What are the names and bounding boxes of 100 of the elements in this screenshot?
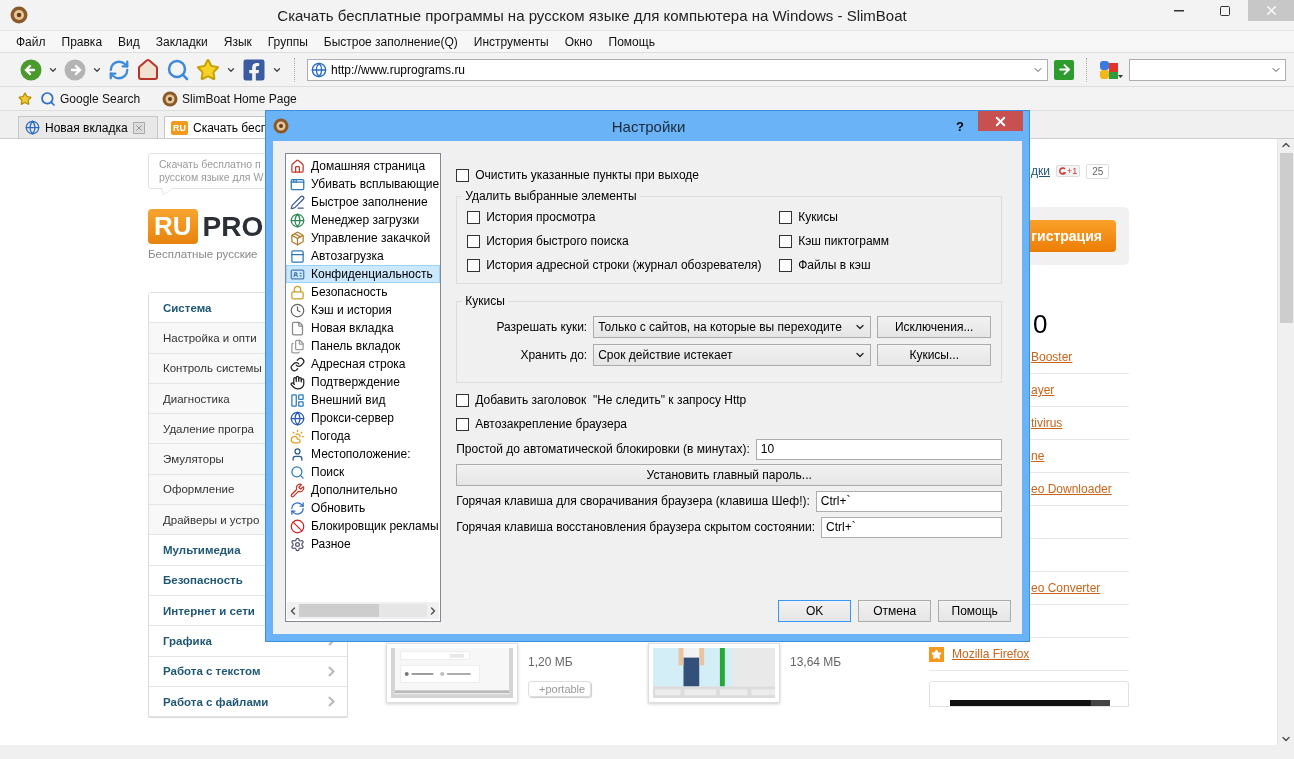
dialog-button[interactable]: Исключения... [877, 316, 992, 338]
star-icon [929, 646, 944, 662]
panel-icon [290, 248, 305, 264]
field-label: Горячая клавиша восстановления браузера скрытом состоянии: [456, 520, 815, 534]
search-icon[interactable] [166, 57, 190, 82]
menu-item[interactable]: Правка [53, 34, 111, 49]
close-button[interactable] [978, 111, 1023, 131]
dialog-button[interactable]: Помощь [938, 600, 1012, 622]
social-logo-icon[interactable] [242, 57, 266, 82]
bookmark-link[interactable]: SlimBoat Home Page [162, 90, 297, 107]
bubble-text: русском языке для W [159, 171, 264, 184]
checkbox-label: Файлы в кэш [798, 258, 871, 272]
lock-icon [290, 284, 305, 300]
bookmark-link[interactable]: Google Search [40, 90, 141, 107]
group-title: Удалить выбранные элементы [464, 189, 638, 203]
page-link[interactable]: дки [1031, 164, 1050, 178]
program-link[interactable]: ne [1031, 449, 1045, 463]
checkbox-label: Кукисы [798, 210, 838, 224]
go-button[interactable] [1054, 59, 1074, 80]
page-icon [290, 320, 305, 336]
bubble-text: Скачать бесплатно п [159, 158, 261, 171]
wrench-icon [290, 482, 305, 498]
program-link[interactable]: ayer [1031, 383, 1055, 397]
site-logo-icon: RU [171, 120, 188, 135]
settings-list-item[interactable]: Домашняя страница [286, 157, 441, 175]
menu-item[interactable]: Вид [110, 34, 148, 49]
checkbox[interactable] [779, 258, 793, 272]
card-icon [290, 266, 305, 282]
tagline: Бесплатные русские [148, 248, 258, 260]
search-field[interactable] [1129, 58, 1286, 81]
link-icon [290, 356, 305, 372]
star-icon[interactable] [18, 91, 32, 106]
checkbox[interactable] [779, 234, 793, 248]
settings-list-item[interactable]: Быстрое заполнение [286, 193, 441, 211]
checkbox[interactable] [467, 210, 481, 224]
browser-tab[interactable]: Новая вкладка [18, 116, 158, 138]
dialog-button[interactable]: Отмена [858, 600, 932, 622]
help-button[interactable]: ? [948, 118, 972, 134]
colored-blocks-icon[interactable] [1099, 59, 1123, 80]
window-icon [290, 176, 305, 192]
box-icon [290, 230, 305, 246]
pages-icon [290, 338, 305, 354]
input-field[interactable]: Ctrl+` [821, 516, 1003, 538]
checkbox-label: История просмотра [486, 210, 596, 224]
menu-item[interactable]: Окно [556, 34, 601, 49]
checkbox[interactable] [456, 417, 470, 431]
settings-list-item[interactable]: Менеджер загрузки [286, 211, 441, 229]
minimize-icon [1174, 9, 1184, 12]
pen-icon [290, 194, 305, 210]
maximize-icon [1219, 4, 1231, 17]
program-link[interactable]: Mozilla Firefox [952, 647, 1030, 661]
checkbox-label: Добавить заголовок "Не следить" к запросу Http [475, 393, 747, 407]
program-link[interactable]: eo Converter [1031, 581, 1101, 595]
file-size: 13,64 МБ [790, 655, 843, 669]
checkbox[interactable] [456, 168, 470, 182]
settings-list-item[interactable]: Автозагрузка [286, 247, 441, 265]
arrow-icon [1056, 62, 1072, 77]
checkbox[interactable] [779, 210, 793, 224]
input-field[interactable]: Ctrl+` [815, 490, 1003, 512]
window-title: Скачать бесплатные программы на русском языке для компьютера на Windows - SlimBoat [276, 6, 908, 24]
app-logo-icon [162, 90, 179, 107]
checkbox[interactable] [467, 258, 481, 272]
checkbox-label: История адресной строки (журнал обозревателя) [486, 258, 762, 272]
checkbox[interactable] [467, 234, 481, 248]
home-icon[interactable] [136, 57, 160, 82]
address-field[interactable]: http://www.ruprograms.ru [307, 58, 1048, 81]
section-heading: 0 [1033, 309, 1048, 341]
settings-list-item[interactable]: Управление закачкой [286, 229, 441, 247]
dropdown[interactable]: Только с сайтов, на которые вы переходите [593, 316, 872, 338]
settings-list-item[interactable]: Убивать всплывающие [286, 175, 441, 193]
menu-item[interactable]: Инструменты [465, 34, 557, 49]
scrollbar[interactable] [1277, 139, 1294, 745]
menu-item[interactable]: Язык [215, 34, 260, 49]
scroll-thumb[interactable] [299, 604, 379, 617]
g-icon [1058, 166, 1066, 176]
checkbox-label: Очистить указанные пункты при выходе [475, 168, 699, 182]
password-button[interactable]: Установить главный пароль... [456, 464, 1003, 486]
dialog-button[interactable]: Кукисы... [877, 344, 992, 366]
dialog-button[interactable]: OK [778, 600, 852, 622]
program-link[interactable]: Booster [1031, 350, 1073, 364]
settings-list-item[interactable]: Конфиденциальность [286, 265, 441, 283]
menu-item[interactable]: Файл [8, 34, 54, 49]
star-icon[interactable] [196, 57, 220, 82]
globe-icon [290, 410, 305, 426]
checkbox[interactable] [456, 393, 470, 407]
checkbox-label: История быстрого поиска [486, 234, 629, 248]
horizontal-scrollbar[interactable] [287, 602, 440, 619]
menu-item[interactable]: Закладки [147, 34, 216, 49]
plus-one-button[interactable]: +1 [1055, 165, 1081, 177]
refresh-icon[interactable] [108, 58, 130, 81]
back-icon[interactable] [20, 58, 42, 81]
program-link[interactable]: tivirus [1031, 416, 1063, 430]
menu-item[interactable]: Помощь [600, 34, 663, 49]
dropdown[interactable]: Срок действие истекает [593, 344, 872, 366]
menu-item[interactable]: Группы [259, 34, 316, 49]
menu-item[interactable]: Быстрое заполнение(Q) [315, 34, 466, 49]
scroll-thumb[interactable] [1279, 153, 1293, 323]
program-link[interactable]: eo Downloader [1031, 482, 1112, 496]
input-field[interactable]: 10 [755, 438, 1003, 460]
dialog-title: Настройки [610, 117, 687, 135]
